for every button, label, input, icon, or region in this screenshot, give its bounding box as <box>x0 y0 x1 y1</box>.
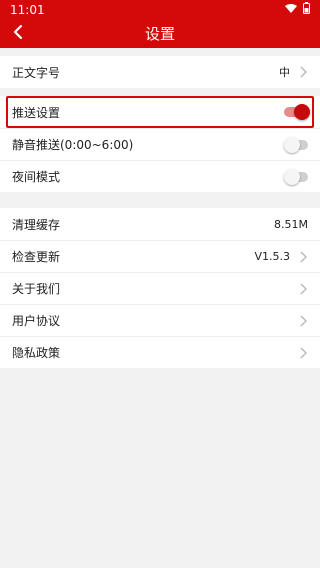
night-mode-toggle[interactable] <box>284 168 308 185</box>
privacy-policy-row[interactable]: 隐私政策 <box>0 336 320 368</box>
clear-cache-row[interactable]: 清理缓存 8.51M <box>0 208 320 240</box>
font-size-row[interactable]: 正文字号 中 <box>0 56 320 88</box>
push-settings-label: 推送设置 <box>12 105 61 120</box>
push-toggle[interactable] <box>284 104 310 120</box>
chevron-left-icon <box>12 24 24 43</box>
night-mode-label: 夜间模式 <box>12 170 61 184</box>
user-agreement-label: 用户协议 <box>12 314 61 328</box>
toggle-knob <box>284 136 300 153</box>
about-us-row[interactable]: 关于我们 <box>0 272 320 304</box>
quiet-push-label: 静音推送(0:00~6:00) <box>12 138 134 152</box>
push-group: 推送设置 静音推送(0:00~6:00) 夜间模式 <box>0 96 320 192</box>
font-size-value: 中 <box>279 66 290 79</box>
chevron-right-icon <box>298 66 308 78</box>
clear-cache-label: 清理缓存 <box>12 217 61 232</box>
status-bar: 11:01 <box>0 0 320 19</box>
font-group: 正文字号 中 <box>0 56 320 88</box>
battery-icon <box>303 2 310 17</box>
check-update-row[interactable]: 检查更新 V1.5.3 <box>0 240 320 272</box>
wifi-icon <box>285 3 297 17</box>
user-agreement-row[interactable]: 用户协议 <box>0 304 320 336</box>
push-settings-row[interactable]: 推送设置 <box>6 96 314 128</box>
back-button[interactable] <box>8 23 28 43</box>
quiet-push-row[interactable]: 静音推送(0:00~6:00) <box>0 128 320 160</box>
chevron-right-icon <box>298 251 308 263</box>
status-time: 11:01 <box>10 2 45 17</box>
app-header: 设置 <box>0 19 320 48</box>
quiet-push-toggle[interactable] <box>284 136 308 153</box>
chevron-right-icon <box>298 283 308 295</box>
toggle-knob <box>284 168 300 185</box>
chevron-right-icon <box>298 347 308 359</box>
toggle-knob <box>294 104 310 120</box>
status-icons <box>285 2 310 17</box>
chevron-right-icon <box>298 315 308 327</box>
privacy-policy-label: 隐私政策 <box>12 346 61 360</box>
page-title: 设置 <box>144 25 175 43</box>
version-value: V1.5.3 <box>254 250 290 263</box>
check-update-label: 检查更新 <box>12 250 61 264</box>
font-size-label: 正文字号 <box>12 65 61 80</box>
misc-group: 清理缓存 8.51M 检查更新 V1.5.3 关于我们 用户协议 隐私政策 <box>0 208 320 368</box>
about-us-label: 关于我们 <box>12 282 61 296</box>
cache-size-value: 8.51M <box>274 217 308 231</box>
night-mode-row[interactable]: 夜间模式 <box>0 160 320 192</box>
